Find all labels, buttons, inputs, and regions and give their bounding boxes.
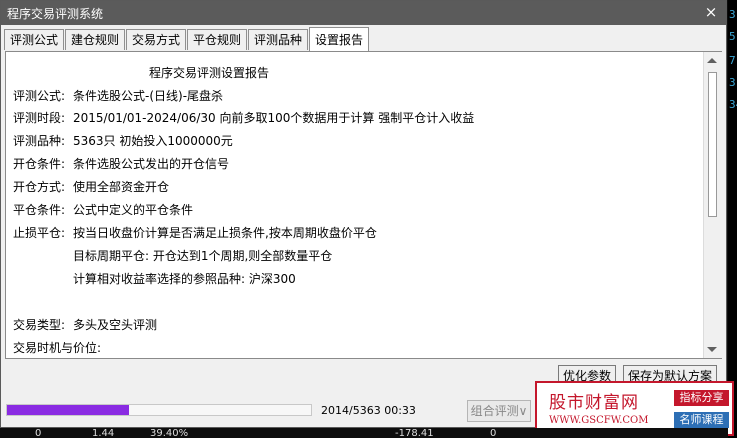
bg-digit: 3: [729, 76, 736, 89]
vertical-scrollbar[interactable]: [703, 52, 722, 358]
report-line: 平仓条件: 公式中定义的平仓条件: [13, 201, 193, 218]
report-line-value: 目标周期平仓: 开仓达到1个周期,则全部数量平仓: [73, 249, 333, 263]
scroll-down-arrow-icon[interactable]: [707, 347, 717, 352]
watermark-title: 股市财富网: [549, 393, 639, 413]
combo-backtest-button[interactable]: 组合评测∨: [467, 400, 531, 422]
bg-bottom-value: -178.41: [395, 428, 434, 438]
report-line-value: 计算相对收益率选择的参照品种: 沪深300: [73, 272, 296, 286]
bg-digit: 34: [729, 98, 737, 111]
bg-bottom-value: 1.44: [92, 428, 115, 438]
report-line-label: 止损平仓:: [13, 226, 66, 240]
report-line: 开仓方式: 使用全部资金开仓: [13, 178, 169, 195]
report-line-label: 评测公式:: [13, 89, 66, 103]
bg-bottom-value: 39.40%: [150, 428, 189, 438]
tab-formula[interactable]: 评测公式: [4, 29, 64, 50]
window-title: 程序交易评测系统: [7, 7, 104, 21]
report-line-value: 公式中定义的平仓条件: [73, 203, 194, 217]
tab-trade-mode[interactable]: 交易方式: [126, 29, 186, 50]
watermark-tag: 名师课程: [674, 412, 729, 428]
tab-instruments[interactable]: 评测品种: [248, 29, 308, 50]
watermark-url: WWW.GSCFW.COM: [549, 415, 649, 426]
background-right-strip: 3 5 7 3 34: [728, 0, 737, 438]
report-title: 程序交易评测设置报告: [149, 66, 270, 80]
report-line: 交易类型: 多头及空头评测: [13, 316, 157, 333]
progress-text: 2014/5363 00:33: [321, 404, 416, 417]
report-line-label: 评测时段:: [13, 111, 66, 125]
report-line-value: 条件选股公式-(日线)-尾盘杀: [73, 89, 224, 103]
scroll-thumb[interactable]: [708, 72, 717, 217]
report-line-label: 交易类型:: [13, 318, 66, 332]
report-line-label: 平仓条件:: [13, 203, 66, 217]
report-line-value: 条件选股公式发出的开仓信号: [73, 157, 230, 171]
progress-bar: [6, 404, 312, 416]
tab-entry-rules[interactable]: 建仓规则: [65, 29, 125, 50]
bg-bottom-value: 0: [490, 428, 497, 438]
title-bar[interactable]: 程序交易评测系统 ×: [1, 1, 726, 25]
scroll-up-arrow-icon[interactable]: [707, 58, 717, 63]
report-line-value: 2015/01/01-2024/06/30 向前多取100个数据用于计算 强制平…: [73, 111, 475, 125]
report-line: 评测公式: 条件选股公式-(日线)-尾盘杀: [13, 87, 223, 104]
report-text: 程序交易评测设置报告 评测公式: 条件选股公式-(日线)-尾盘杀 评测时段: 201…: [6, 52, 702, 358]
bg-digit: 5: [729, 30, 736, 43]
report-line-label: 交易时机与价位:: [13, 341, 102, 355]
report-line: 目标周期平仓: 开仓达到1个周期,则全部数量平仓: [73, 247, 332, 264]
progress-fill: [7, 405, 129, 415]
report-line: 开仓条件: 条件选股公式发出的开仓信号: [13, 155, 229, 172]
report-line: 止损平仓: 按当日收盘价计算是否满足止损条件,按本周期收盘价平仓: [13, 224, 377, 241]
tab-settings-report[interactable]: 设置报告: [309, 27, 369, 51]
report-line: 计算相对收益率选择的参照品种: 沪深300: [73, 270, 296, 287]
bg-bottom-value: 0: [35, 428, 42, 438]
report-line-label: 评测品种:: [13, 134, 66, 148]
report-line-label: 开仓条件:: [13, 157, 66, 171]
report-line-value: 5363只 初始投入1000000元: [73, 134, 233, 148]
report-line-value: 使用全部资金开仓: [73, 180, 170, 194]
report-line: 评测品种: 5363只 初始投入1000000元: [13, 132, 233, 149]
bg-digit: 7: [729, 54, 736, 67]
watermark-tag: 指标分享: [674, 390, 729, 406]
backtest-dialog: 程序交易评测系统 × 评测公式 建仓规则 交易方式 平仓规则 评测品种 设置报告…: [0, 0, 727, 428]
report-line-value: 多头及空头评测: [73, 318, 158, 332]
report-line: 评测时段: 2015/01/01-2024/06/30 向前多取100个数据用于计…: [13, 109, 474, 126]
close-button[interactable]: ×: [702, 3, 720, 21]
bg-digit: 3: [729, 8, 736, 21]
report-panel: 程序交易评测设置报告 评测公式: 条件选股公式-(日线)-尾盘杀 评测时段: 201…: [5, 51, 722, 359]
report-line-label: 开仓方式:: [13, 180, 66, 194]
report-line: 交易时机与价位:: [13, 339, 101, 356]
report-line-value: 按当日收盘价计算是否满足止损条件,按本周期收盘价平仓: [73, 226, 377, 240]
tab-exit-rules[interactable]: 平仓规则: [187, 29, 247, 50]
background-bottom-strip: 0 1.44 39.40% -178.41 0: [0, 428, 728, 438]
